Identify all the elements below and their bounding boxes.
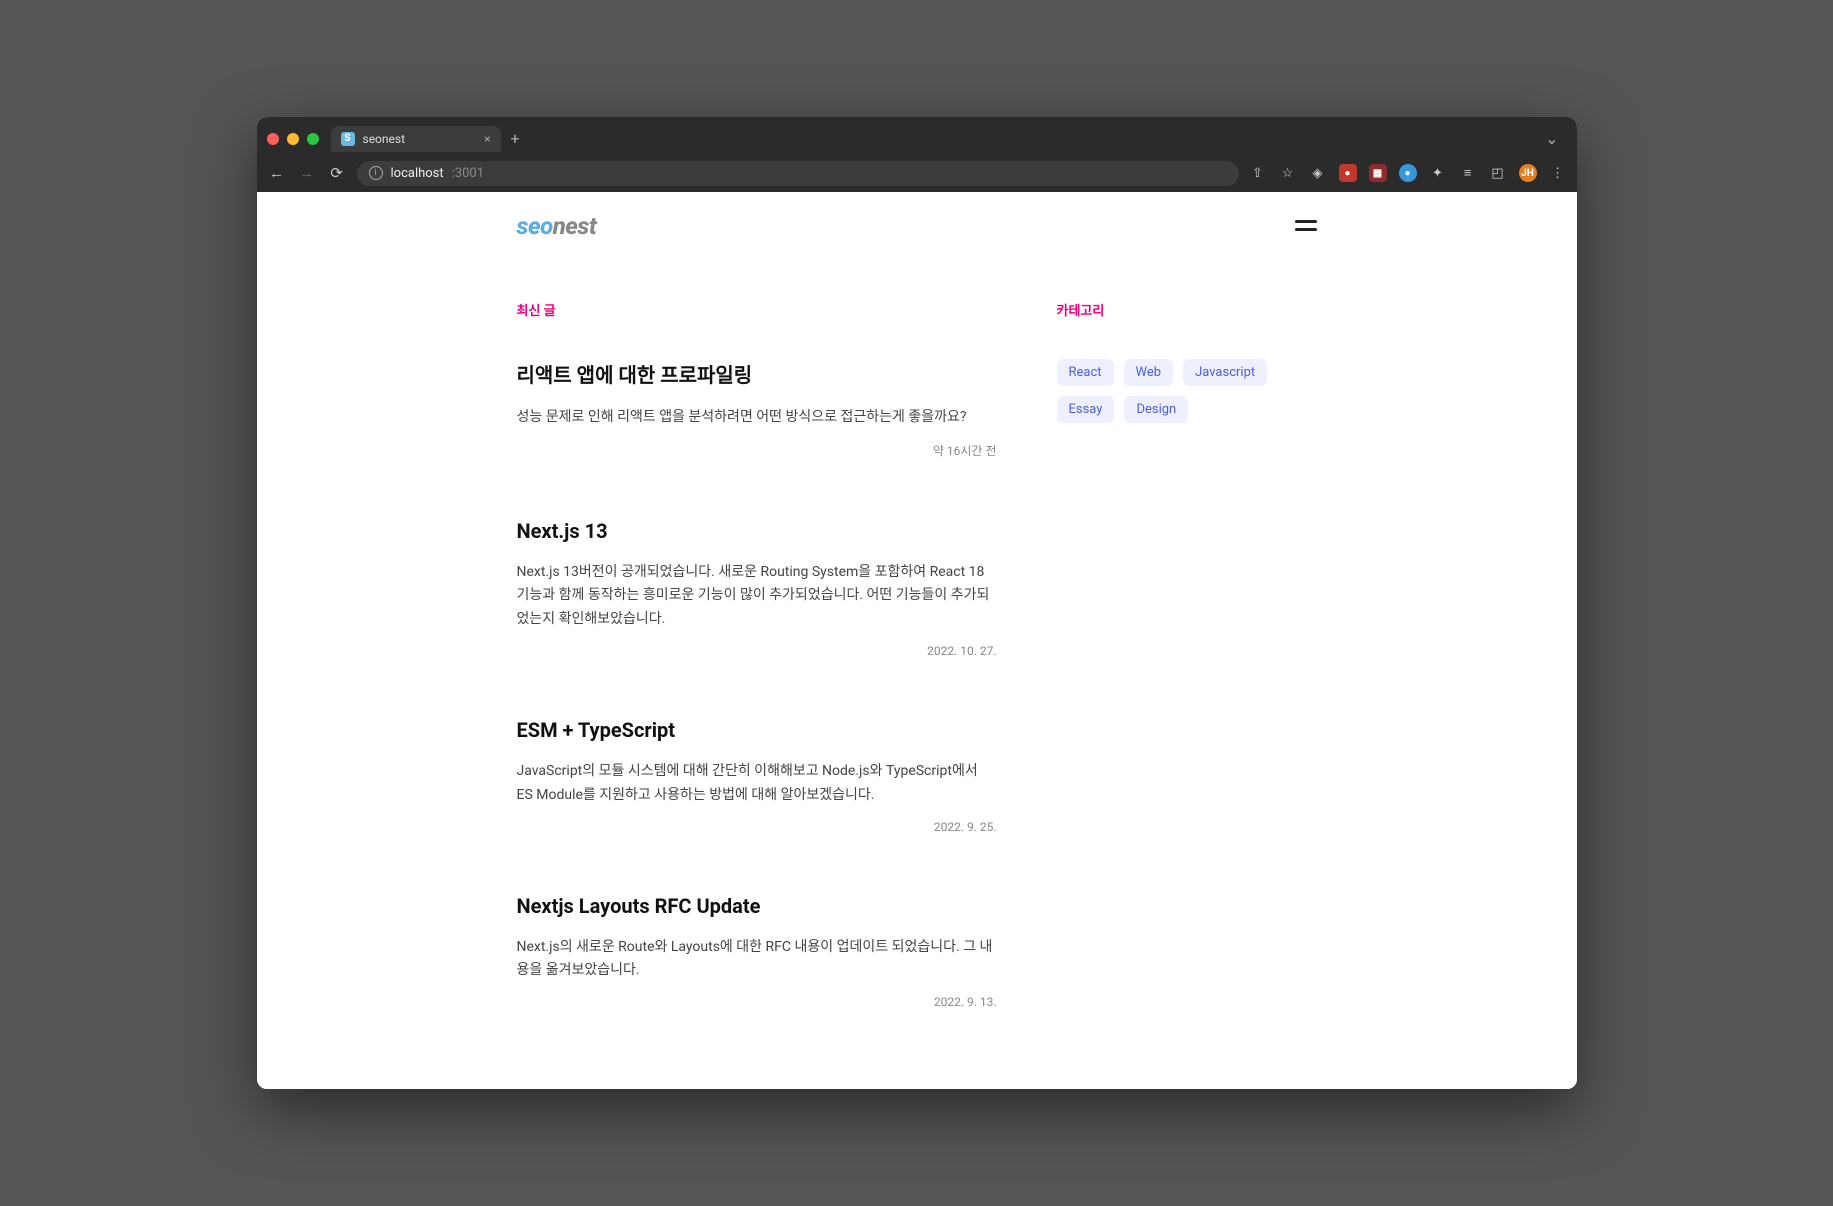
posts-section-label: 최신 글 [517,300,997,319]
logo-part-nest: nest [553,212,597,240]
tab-title: seonest [363,132,477,146]
tab-favicon-icon: S [341,132,355,146]
post-title[interactable]: 리액트 앱에 대한 프로파일링 [517,359,997,388]
post-item: 리액트 앱에 대한 프로파일링 성능 문제로 인해 리액트 앱을 분석하려면 어… [517,359,997,459]
category-tag[interactable]: Design [1124,396,1188,423]
toolbar-icons: ⇧ ☆ ◈ ● ▦ ● ✦ ≡ ◰ JH ⋮ [1249,164,1567,182]
window-close-button[interactable] [267,133,279,145]
post-date: 2022. 9. 25. [517,820,997,834]
tabs-dropdown-icon[interactable]: ⌄ [1537,129,1566,148]
url-port: :3001 [452,166,484,181]
share-icon[interactable]: ⇧ [1249,164,1267,182]
forward-button[interactable]: → [297,164,317,182]
post-date: 약 16시간 전 [517,442,997,459]
post-excerpt: Next.js의 새로운 Route와 Layouts에 대한 RFC 내용이 … [517,936,997,984]
back-button[interactable]: ← [267,164,287,182]
window-maximize-button[interactable] [307,133,319,145]
post-date: 2022. 10. 27. [517,644,997,658]
post-item: Nextjs Layouts RFC Update Next.js의 새로운 R… [517,894,997,1010]
post-title[interactable]: Nextjs Layouts RFC Update [517,894,997,918]
extension-badge-3[interactable]: ● [1399,164,1417,182]
post-excerpt: 성능 문제로 인해 리액트 앱을 분석하려면 어떤 방식으로 접근하는게 좋을까… [517,406,997,430]
hamburger-line-icon [1295,228,1317,231]
posts-column: 최신 글 리액트 앱에 대한 프로파일링 성능 문제로 인해 리액트 앱을 분석… [517,300,997,1069]
site-header: seonest [517,212,1317,260]
menu-button[interactable] [1295,220,1317,231]
window-minimize-button[interactable] [287,133,299,145]
browser-tab[interactable]: S seonest × [331,126,501,152]
categories-section-label: 카테고리 [1057,300,1287,319]
post-excerpt: Next.js 13버전이 공개되었습니다. 새로운 Routing Syste… [517,561,997,632]
browser-chrome: S seonest × + ⌄ ← → ⟳ i localhost :3001 ⇧… [257,117,1577,192]
post-title[interactable]: ESM + TypeScript [517,718,997,742]
panel-icon[interactable]: ◰ [1489,164,1507,182]
new-tab-button[interactable]: + [501,129,530,148]
url-input[interactable]: i localhost :3001 [357,161,1239,186]
extension-badge-2[interactable]: ▦ [1369,164,1387,182]
browser-menu-icon[interactable]: ⋮ [1549,164,1567,182]
tab-close-icon[interactable]: × [484,132,490,146]
post-excerpt: JavaScript의 모듈 시스템에 대해 간단히 이해해보고 Node.js… [517,760,997,808]
extension-badge-1[interactable]: ● [1339,164,1357,182]
browser-window: S seonest × + ⌄ ← → ⟳ i localhost :3001 ⇧… [257,117,1577,1089]
extensions-icon[interactable]: ✦ [1429,164,1447,182]
logo-part-seo: seo [517,212,553,240]
category-tag[interactable]: React [1057,359,1114,386]
category-tags: React Web Javascript Essay Design [1057,359,1287,423]
site-info-icon[interactable]: i [369,166,383,180]
reading-list-icon[interactable]: ≡ [1459,164,1477,182]
window-controls [267,133,319,145]
hamburger-line-icon [1295,220,1317,223]
address-bar: ← → ⟳ i localhost :3001 ⇧ ☆ ◈ ● ▦ ● ✦ ≡ ◰… [257,155,1577,192]
site-logo[interactable]: seonest [517,212,597,240]
sidebar-column: 카테고리 React Web Javascript Essay Design [1057,300,1287,1069]
profile-avatar[interactable]: JH [1519,164,1537,182]
post-item: Next.js 13 Next.js 13버전이 공개되었습니다. 새로운 Ro… [517,519,997,658]
extension-icon[interactable]: ◈ [1309,164,1327,182]
post-item: ESM + TypeScript JavaScript의 모듈 시스템에 대해 … [517,718,997,834]
post-date: 2022. 9. 13. [517,995,997,1009]
page-content: seonest 최신 글 리액트 앱에 대한 프로파일링 성능 문제로 인해 리… [257,192,1577,1089]
bookmark-icon[interactable]: ☆ [1279,164,1297,182]
reload-button[interactable]: ⟳ [327,164,347,182]
url-host: localhost [391,166,444,181]
main-content: 최신 글 리액트 앱에 대한 프로파일링 성능 문제로 인해 리액트 앱을 분석… [517,300,1317,1069]
category-tag[interactable]: Web [1124,359,1174,386]
tab-bar: S seonest × + ⌄ [257,117,1577,155]
page-container: seonest 최신 글 리액트 앱에 대한 프로파일링 성능 문제로 인해 리… [517,192,1317,1089]
category-tag[interactable]: Essay [1057,396,1115,423]
category-tag[interactable]: Javascript [1183,359,1267,386]
post-title[interactable]: Next.js 13 [517,519,997,543]
